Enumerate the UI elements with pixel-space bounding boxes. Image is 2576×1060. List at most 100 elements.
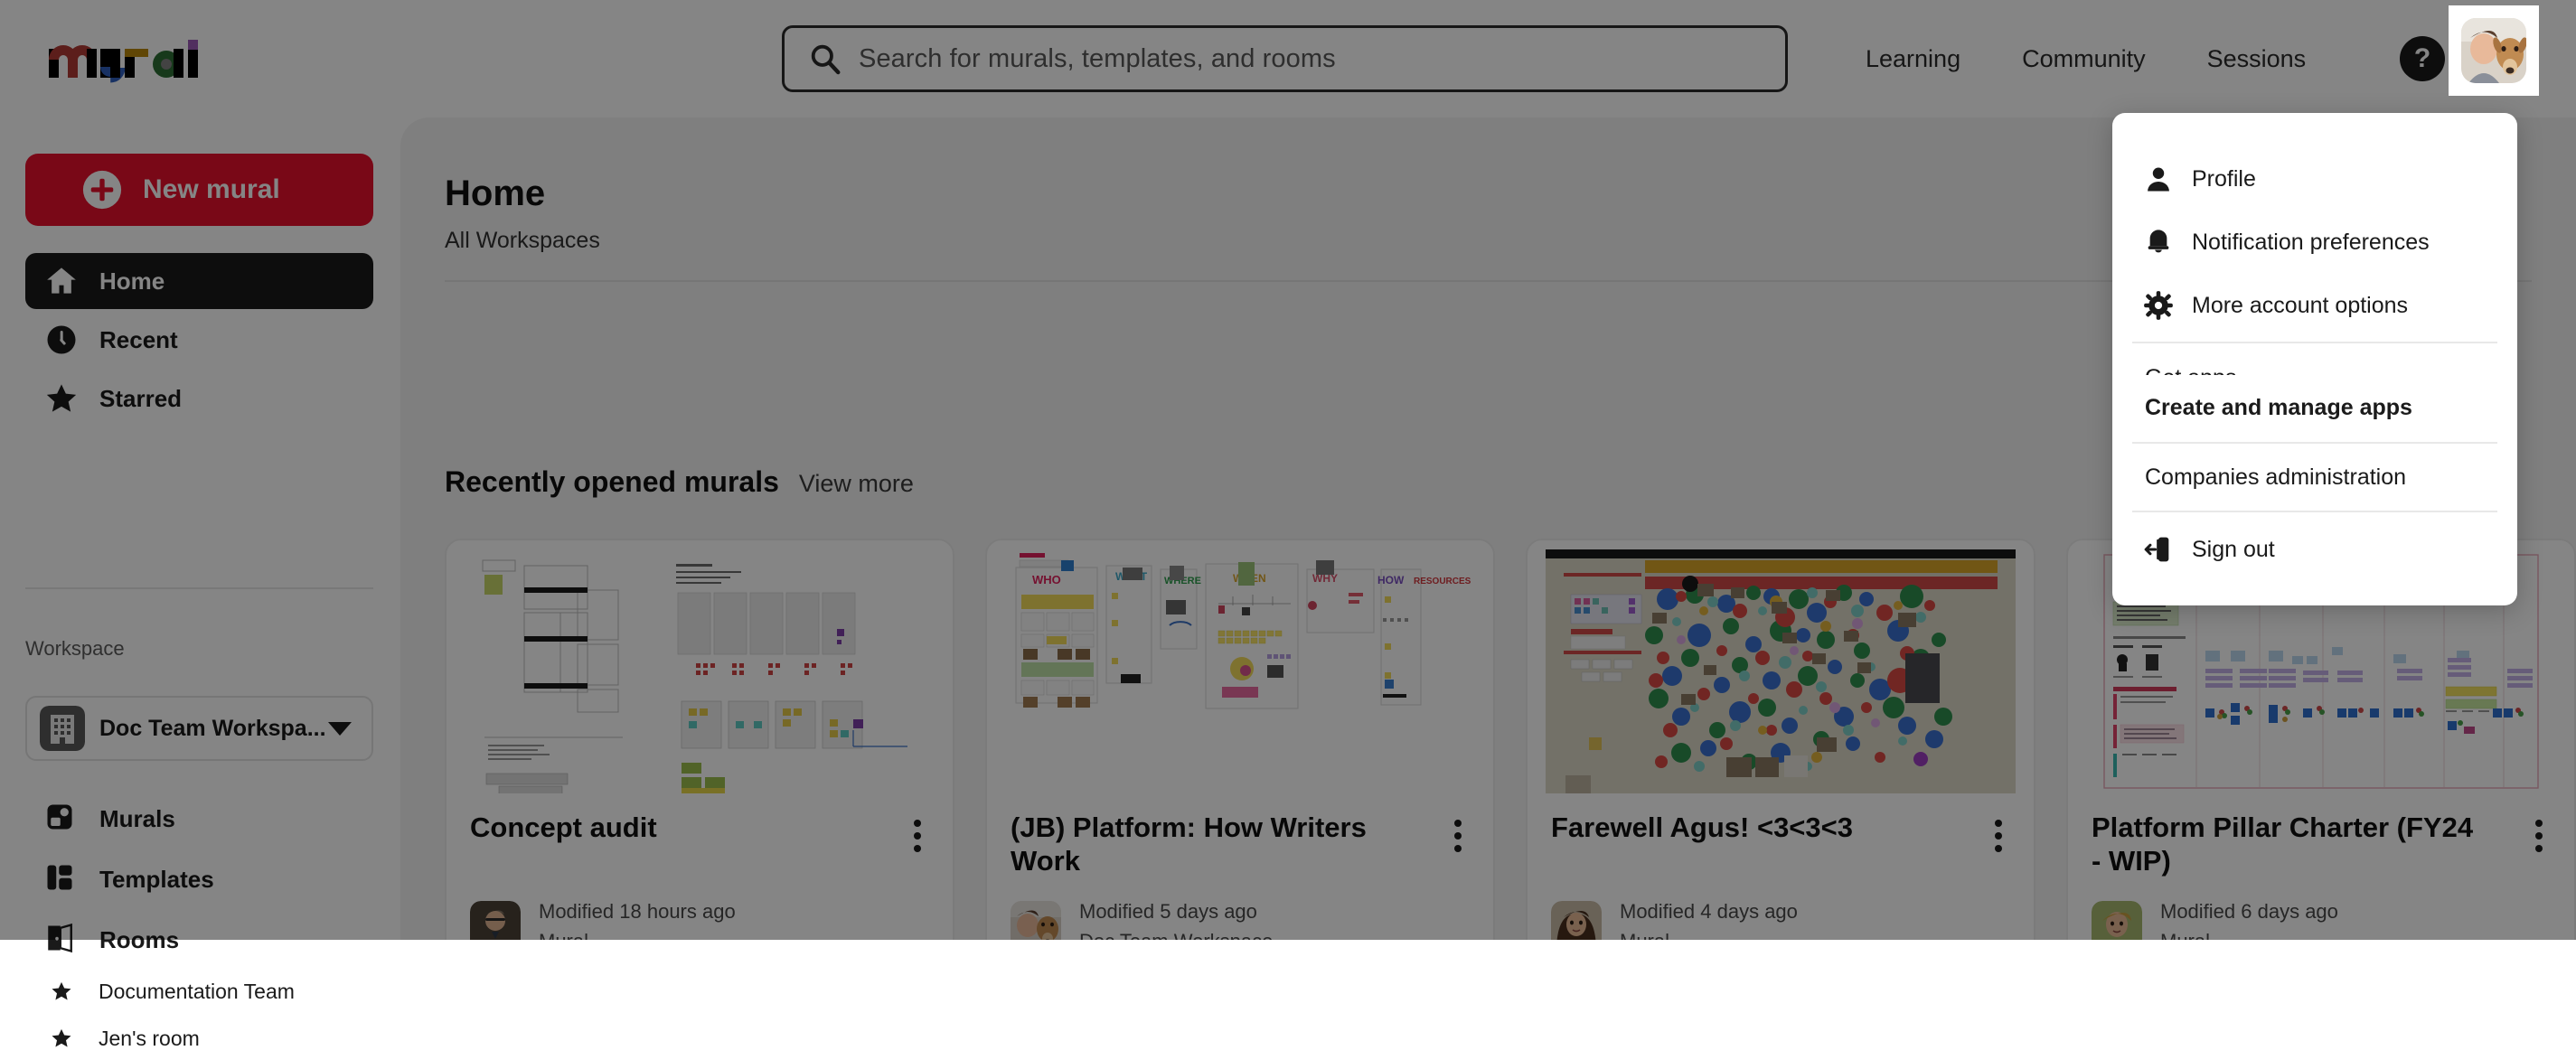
kebab-menu-icon[interactable] [902, 816, 933, 856]
top-nav-links: Learning Community Sessions [1835, 0, 2336, 117]
mural-card-title[interactable]: Concept audit [470, 811, 859, 845]
mural-card[interactable]: WHO WHAT WHERE WHEN WHY HOW RESOURCES [985, 539, 1495, 940]
mural-card[interactable]: Concept audit [445, 539, 954, 940]
workspace-name: Doc Team Workspa... [99, 716, 326, 742]
menu-item-companies-administration[interactable]: Companies administration [2112, 449, 2517, 505]
mural-card[interactable]: Farewell Agus! <3<3<3 [1526, 539, 2035, 940]
mural-card-workspace: Mural [539, 926, 736, 940]
menu-item-companies-administration-label: Companies administration [2145, 464, 2406, 491]
bell-icon [2143, 227, 2174, 258]
plus-circle-icon [81, 169, 123, 211]
sidebar-item-starred-label: Starred [99, 385, 182, 413]
building-icon [40, 706, 85, 751]
search-input-container[interactable]: Search for murals, templates, and rooms [782, 25, 1788, 92]
view-more-link[interactable]: View more [799, 470, 914, 498]
menu-item-create-and-manage-apps-label: Create and manage apps [2145, 395, 2412, 421]
menu-item-sign-out[interactable]: Sign out [2112, 521, 2517, 577]
section-header: Recently opened murals View more [445, 465, 914, 499]
sidebar-item-documentation-team[interactable]: Documentation Team [25, 970, 373, 1013]
star-icon [43, 380, 80, 417]
menu-separator [2132, 511, 2497, 512]
concept-audit-thumbnail [447, 540, 953, 802]
account-menu: Profile Notification preferences [2112, 113, 2517, 605]
search-icon [808, 42, 842, 76]
menu-item-notification-preferences[interactable]: Notification preferences [2112, 214, 2517, 270]
menu-item-more-account-options[interactable]: More account options [2112, 277, 2517, 333]
sidebar-item-templates-label: Templates [99, 866, 214, 894]
mural-card-title[interactable]: Platform Pillar Charter (FY24 - WIP) [2092, 811, 2480, 877]
mural-logo[interactable] [47, 31, 232, 87]
sidebar-item-rooms-label: Rooms [99, 926, 179, 954]
how-writers-work-thumbnail: WHO WHAT WHERE WHEN WHY HOW RESOURCES [987, 540, 1493, 802]
mural-card-footer: Modified 18 hours ago Mural [470, 896, 736, 940]
rooms-icon [43, 922, 80, 958]
menu-item-profile[interactable]: Profile [2112, 151, 2517, 207]
mural-card-title[interactable]: (JB) Platform: How Writers Work [1011, 811, 1399, 877]
kebab-menu-icon[interactable] [1443, 816, 1473, 856]
menu-separator [2132, 442, 2497, 444]
mural-card-owner-avatar [2092, 901, 2142, 940]
murals-icon [43, 801, 80, 837]
mural-card-workspace: Mural [2160, 926, 2338, 940]
mural-card-footer: Modified 6 days ago Mural [2092, 896, 2338, 940]
mural-card-owner-avatar [1551, 901, 1602, 940]
menu-item-profile-label: Profile [2192, 166, 2256, 192]
avatar[interactable] [2449, 5, 2539, 96]
avatar-image [2461, 18, 2526, 83]
sidebar-item-jens-room[interactable]: Jen's room [25, 1017, 373, 1060]
nav-link-sessions[interactable]: Sessions [2176, 45, 2337, 73]
menu-item-more-account-options-label: More account options [2192, 293, 2408, 319]
mural-card-modified: Modified 4 days ago [1620, 896, 1798, 926]
star-icon [50, 980, 73, 1003]
mural-card-title[interactable]: Farewell Agus! <3<3<3 [1551, 811, 1940, 845]
search-input-placeholder[interactable]: Search for murals, templates, and rooms [859, 44, 1336, 74]
sidebar-item-home[interactable]: Home [25, 253, 373, 309]
kebab-menu-icon[interactable] [2524, 816, 2554, 856]
search-bar[interactable]: Search for murals, templates, and rooms [782, 25, 1788, 92]
farewell-agus-thumbnail [1528, 540, 2034, 802]
sidebar-item-templates[interactable]: Templates [25, 851, 373, 907]
kebab-menu-icon[interactable] [1983, 816, 2014, 856]
sidebar-item-murals[interactable]: Murals [25, 791, 373, 847]
star-icon [50, 1027, 73, 1050]
sidebar-item-documentation-team-label: Documentation Team [99, 980, 295, 1004]
sidebar-item-murals-label: Murals [99, 805, 175, 833]
top-bar: Search for murals, templates, and rooms … [0, 0, 2576, 117]
sidebar-item-starred[interactable]: Starred [25, 371, 373, 427]
nav-link-community[interactable]: Community [1991, 45, 2176, 73]
menu-item-create-and-manage-apps[interactable]: Create and manage apps [2112, 375, 2517, 440]
sidebar-divider [25, 587, 373, 589]
sidebar-item-rooms[interactable]: Rooms [25, 912, 373, 968]
svg-text:RESOURCES: RESOURCES [1414, 577, 1471, 586]
menu-item-sign-out-label: Sign out [2192, 537, 2275, 563]
mural-card-workspace: Mural [1620, 926, 1798, 940]
clock-icon [43, 322, 80, 358]
new-mural-button[interactable]: New mural [25, 154, 373, 226]
home-icon [43, 263, 80, 299]
sidebar-item-recent[interactable]: Recent [25, 312, 373, 368]
nav-link-learning[interactable]: Learning [1835, 45, 1991, 73]
chevron-down-icon[interactable] [328, 722, 352, 736]
menu-separator [2132, 342, 2497, 343]
svg-text:HOW: HOW [1377, 574, 1405, 586]
svg-text:WHO: WHO [1032, 573, 1061, 586]
signout-icon [2143, 534, 2174, 565]
gear-icon [2143, 290, 2174, 321]
sidebar-section-workspace-label: Workspace [25, 637, 125, 661]
page-title: Home [445, 174, 545, 214]
help-icon[interactable]: ? [2400, 36, 2445, 81]
page-subtitle: All Workspaces [445, 228, 600, 254]
new-mural-label: New mural [143, 174, 280, 205]
sidebar-item-recent-label: Recent [99, 326, 178, 354]
sidebar: New mural Home Recent Starred Workspace [0, 117, 400, 940]
menu-item-notification-preferences-label: Notification preferences [2192, 230, 2430, 256]
mural-card-modified: Modified 18 hours ago [539, 896, 736, 926]
mural-card-modified: Modified 5 days ago [1079, 896, 1273, 926]
workspace-selector[interactable]: Doc Team Workspa... [25, 696, 373, 761]
templates-icon [43, 861, 80, 897]
mural-card-modified: Modified 6 days ago [2160, 896, 2338, 926]
mural-card-footer: Modified 5 days ago Doc Team Workspace [1011, 896, 1273, 940]
mural-card-owner-avatar [1011, 901, 1061, 940]
help-icon-label: ? [2414, 43, 2430, 74]
mural-card-owner-avatar [470, 901, 521, 940]
